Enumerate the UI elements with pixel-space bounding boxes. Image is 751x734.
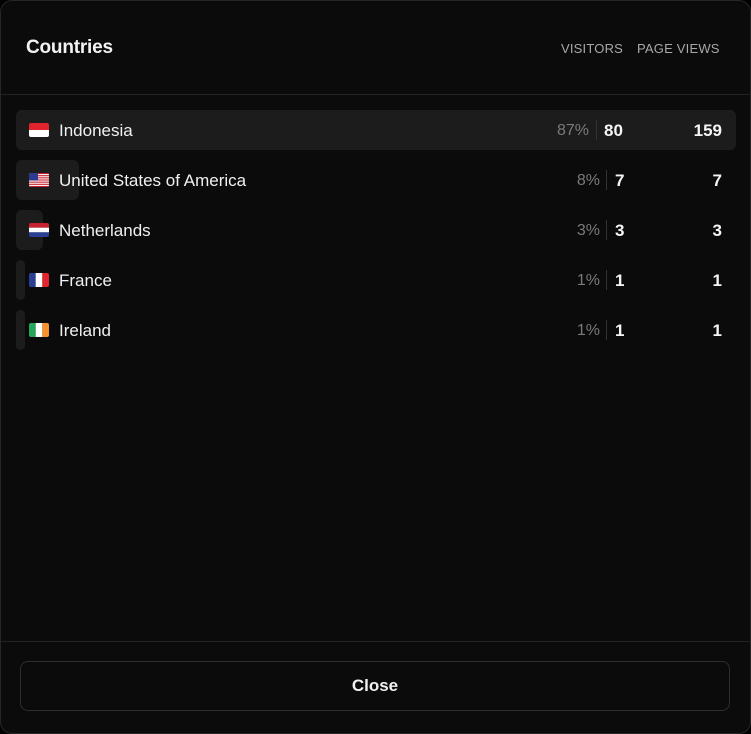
netherlands-flag-icon bbox=[29, 223, 49, 237]
visitors-count: 1 bbox=[615, 321, 625, 340]
page-views-count: 7 bbox=[712, 171, 722, 190]
country-name: Indonesia bbox=[59, 121, 133, 140]
visitors-count: 80 bbox=[604, 121, 623, 140]
ireland-flag-icon bbox=[29, 323, 49, 337]
country-row-indonesia[interactable]: Indonesia 87% 80 159 bbox=[1, 110, 750, 150]
country-percent: 1% bbox=[576, 322, 600, 339]
share-bar bbox=[16, 260, 25, 300]
page-views-count: 3 bbox=[712, 221, 722, 240]
countries-modal: Countries VISITORS PAGE VIEWS Indonesia … bbox=[0, 0, 751, 734]
page-views-count: 1 bbox=[712, 321, 722, 340]
country-row-usa[interactable]: United States of America 8% 7 7 bbox=[1, 160, 750, 200]
country-list: Indonesia 87% 80 159 United States of Am… bbox=[1, 110, 750, 360]
france-flag-icon bbox=[29, 273, 49, 287]
country-name: Ireland bbox=[59, 321, 111, 340]
country-row-ireland[interactable]: Ireland 1% 1 1 bbox=[1, 310, 750, 350]
usa-flag-icon bbox=[29, 173, 49, 187]
country-row-netherlands[interactable]: Netherlands 3% 3 3 bbox=[1, 210, 750, 250]
country-row-france[interactable]: France 1% 1 1 bbox=[1, 260, 750, 300]
divider bbox=[606, 270, 607, 290]
divider bbox=[606, 320, 607, 340]
share-bar bbox=[16, 310, 25, 350]
divider bbox=[606, 170, 607, 190]
visitors-column-header[interactable]: VISITORS bbox=[561, 41, 623, 56]
country-name: Netherlands bbox=[59, 221, 151, 240]
divider bbox=[596, 120, 597, 140]
country-percent: 8% bbox=[576, 172, 600, 189]
page-views-count: 159 bbox=[693, 121, 722, 140]
visitors-count: 3 bbox=[615, 221, 625, 240]
page-views-column-header[interactable]: PAGE VIEWS bbox=[637, 41, 720, 56]
close-button[interactable]: Close bbox=[20, 661, 730, 711]
modal-footer: Close bbox=[1, 641, 750, 733]
divider bbox=[606, 220, 607, 240]
visitors-count: 7 bbox=[615, 171, 625, 190]
page-views-count: 1 bbox=[712, 271, 722, 290]
country-name: France bbox=[59, 271, 112, 290]
country-percent: 87% bbox=[556, 122, 589, 139]
indonesia-flag-icon bbox=[29, 123, 49, 137]
country-percent: 3% bbox=[576, 222, 600, 239]
country-name: United States of America bbox=[59, 171, 247, 190]
modal-title: Countries bbox=[26, 37, 113, 58]
country-percent: 1% bbox=[576, 272, 600, 289]
visitors-count: 1 bbox=[615, 271, 625, 290]
modal-header: Countries VISITORS PAGE VIEWS bbox=[1, 1, 750, 95]
